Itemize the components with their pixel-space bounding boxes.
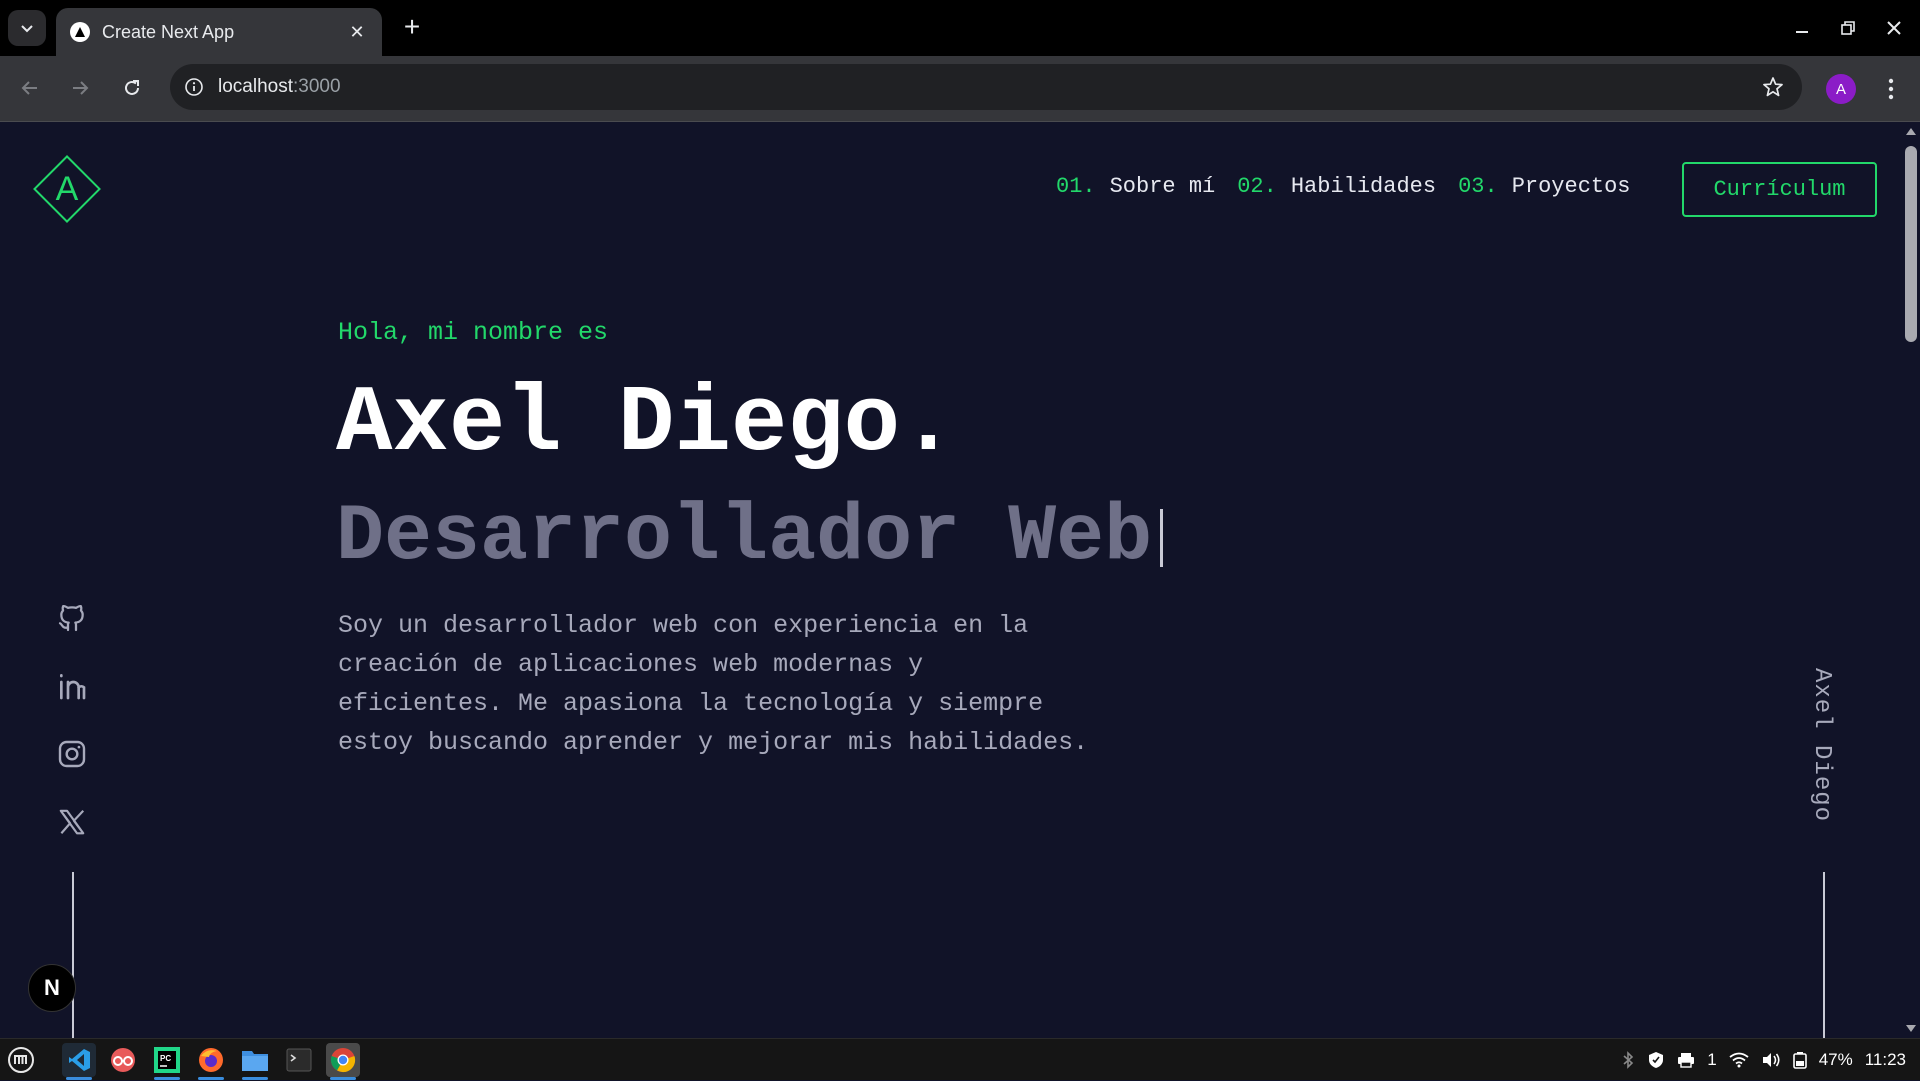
- right-vertical-line: [1823, 872, 1825, 1038]
- forward-button[interactable]: [62, 70, 98, 106]
- left-vertical-line: [72, 872, 74, 1038]
- profile-avatar[interactable]: A: [1826, 74, 1856, 104]
- github-icon[interactable]: [52, 598, 92, 638]
- linkedin-icon[interactable]: [52, 666, 92, 706]
- site-logo[interactable]: A: [32, 154, 102, 224]
- vertical-name: Axel Diego: [1808, 668, 1835, 823]
- scroll-up-icon[interactable]: [1906, 128, 1916, 135]
- reload-button[interactable]: [114, 70, 150, 106]
- nav-item-label: Proyectos: [1511, 174, 1631, 199]
- hero-name: Axel Diego.: [336, 372, 957, 478]
- hero-role-text: Desarrollador Web: [336, 492, 1153, 583]
- volume-icon[interactable]: [1761, 1052, 1781, 1068]
- browser-tabstrip: Create Next App ✕ +: [0, 0, 1920, 56]
- browser-tab[interactable]: Create Next App ✕: [56, 8, 382, 56]
- system-tray: 1 47% 11:23: [1621, 1039, 1906, 1081]
- hero-role: Desarrollador Web: [336, 490, 1164, 586]
- tab-title: Create Next App: [102, 21, 235, 42]
- page-viewport: A 01. Sobre mí 02. Habilidades 03. Proye…: [0, 122, 1902, 1038]
- restore-icon: [1841, 21, 1855, 35]
- new-tab-button[interactable]: +: [396, 12, 428, 44]
- browser-menu-icon[interactable]: [1876, 72, 1906, 106]
- close-icon: [1887, 21, 1901, 35]
- nextjs-dev-badge[interactable]: N: [28, 964, 76, 1012]
- chevron-down-icon: [21, 25, 33, 33]
- os-taskbar: PC 1 47% 11:23: [0, 1038, 1920, 1080]
- tab-search-button[interactable]: [8, 10, 46, 46]
- typing-caret: [1160, 509, 1164, 567]
- close-window-button[interactable]: [1874, 10, 1914, 46]
- nav-item-label: Sobre mí: [1109, 174, 1216, 199]
- glasses-app-icon[interactable]: [106, 1043, 140, 1077]
- site-info-icon[interactable]: [184, 77, 204, 97]
- firefox-icon[interactable]: [194, 1043, 228, 1080]
- nav-item-proyectos[interactable]: 03. Proyectos: [1458, 174, 1630, 199]
- bookmark-star-icon[interactable]: [1762, 76, 1784, 103]
- print-count: 1: [1707, 1050, 1717, 1069]
- nav-item-label: Habilidades: [1290, 174, 1437, 199]
- url-host: localhost: [218, 76, 293, 97]
- restore-button[interactable]: [1828, 10, 1868, 46]
- url-port: :3000: [293, 76, 341, 97]
- logo-letter: A: [55, 169, 79, 208]
- svg-text:PC: PC: [160, 1054, 171, 1063]
- back-button[interactable]: [12, 70, 48, 106]
- menu-icon[interactable]: [4, 1043, 38, 1077]
- terminal-icon[interactable]: [282, 1043, 316, 1077]
- pycharm-icon[interactable]: PC: [150, 1043, 184, 1080]
- hero-greeting: Hola, mi nombre es: [338, 318, 609, 347]
- address-bar[interactable]: localhost:3000: [170, 64, 1802, 110]
- clock[interactable]: 11:23: [1865, 1050, 1906, 1070]
- arrow-left-icon: [21, 81, 37, 95]
- instagram-icon[interactable]: [52, 734, 92, 774]
- scrollbar-thumb[interactable]: [1905, 146, 1917, 342]
- top-navigation: 01. Sobre mí 02. Habilidades 03. Proyect…: [1056, 174, 1631, 199]
- scroll-down-icon[interactable]: [1906, 1025, 1916, 1032]
- shield-icon[interactable]: [1647, 1051, 1665, 1069]
- wifi-icon[interactable]: [1729, 1052, 1749, 1068]
- nav-item-habilidades[interactable]: 02. Habilidades: [1237, 174, 1436, 199]
- battery-icon[interactable]: [1792, 1051, 1807, 1069]
- nav-item-number: 01.: [1056, 174, 1096, 199]
- curriculum-button[interactable]: Currículum: [1682, 162, 1877, 217]
- minimize-icon: [1796, 31, 1808, 33]
- bluetooth-icon[interactable]: [1621, 1051, 1635, 1069]
- x-icon[interactable]: [52, 802, 92, 842]
- nav-item-number: 02.: [1237, 174, 1277, 199]
- nextjs-favicon-icon: [70, 22, 90, 42]
- printer-icon[interactable]: [1677, 1052, 1695, 1068]
- tab-close-icon[interactable]: ✕: [346, 22, 368, 43]
- browser-toolbar: localhost:3000 A: [0, 56, 1920, 122]
- files-icon[interactable]: [238, 1043, 272, 1080]
- nav-item-number: 03.: [1458, 174, 1498, 199]
- hero-description: Soy un desarrollador web con experiencia…: [338, 611, 1089, 757]
- reload-icon: [125, 80, 139, 95]
- nav-item-sobre-mi[interactable]: 01. Sobre mí: [1056, 174, 1215, 199]
- page-scrollbar[interactable]: [1902, 122, 1920, 1038]
- vscode-icon[interactable]: [62, 1043, 96, 1080]
- chrome-icon[interactable]: [326, 1043, 360, 1080]
- minimize-button[interactable]: [1782, 10, 1822, 46]
- battery-percent: 47%: [1818, 1050, 1853, 1069]
- arrow-right-icon: [73, 81, 89, 95]
